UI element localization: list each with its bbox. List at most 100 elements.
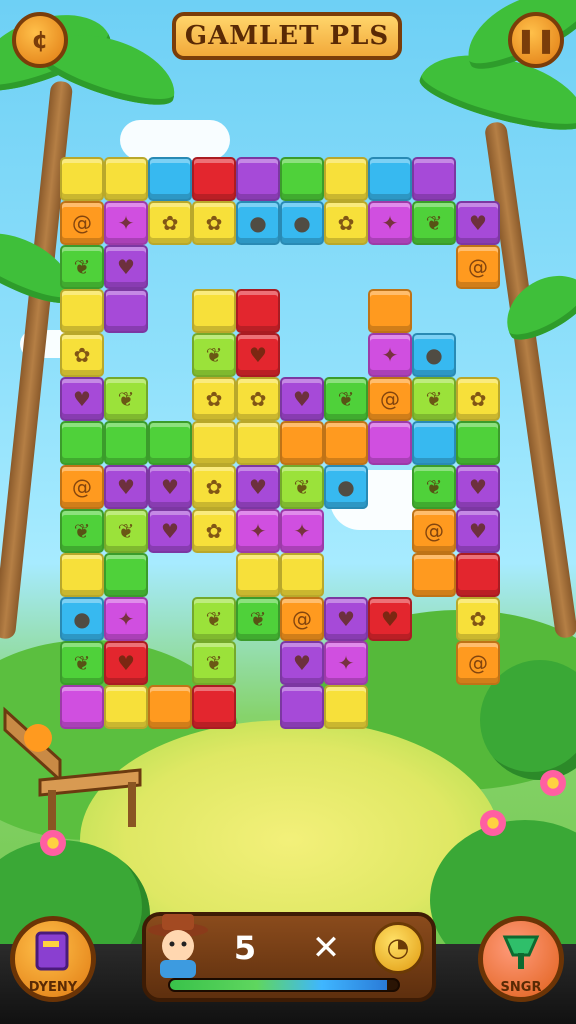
tile[interactable]: ❦: [236, 597, 280, 641]
tile[interactable]: ♥: [236, 333, 280, 377]
tile[interactable]: ♥: [456, 465, 500, 509]
tile[interactable]: ❦: [412, 201, 456, 245]
tile[interactable]: [104, 421, 148, 465]
tile[interactable]: [280, 553, 324, 597]
tile[interactable]: [60, 685, 104, 729]
tile[interactable]: [60, 289, 104, 333]
multiplier-x: ✕: [311, 928, 341, 968]
tile[interactable]: @: [60, 465, 104, 509]
tile[interactable]: ✦: [368, 333, 412, 377]
tile[interactable]: [368, 289, 412, 333]
tile[interactable]: ❦: [104, 377, 148, 421]
tile[interactable]: [412, 421, 456, 465]
pause-icon: ❚❚: [515, 26, 557, 54]
tile[interactable]: [280, 421, 324, 465]
tile[interactable]: [104, 289, 148, 333]
tile[interactable]: [60, 553, 104, 597]
tile[interactable]: @: [368, 377, 412, 421]
tile[interactable]: ♥: [280, 377, 324, 421]
pause-button[interactable]: ❚❚: [508, 12, 564, 68]
tile[interactable]: ✿: [236, 377, 280, 421]
tile[interactable]: [236, 553, 280, 597]
tile[interactable]: ❦: [412, 465, 456, 509]
tile[interactable]: [236, 421, 280, 465]
tile[interactable]: [192, 289, 236, 333]
tile[interactable]: [148, 157, 192, 201]
tile[interactable]: ❦: [60, 245, 104, 289]
tile[interactable]: ●: [324, 465, 368, 509]
tile[interactable]: ♥: [280, 641, 324, 685]
tile[interactable]: [456, 553, 500, 597]
tile[interactable]: [104, 685, 148, 729]
tile[interactable]: ✿: [192, 377, 236, 421]
tile[interactable]: ♥: [456, 201, 500, 245]
tile[interactable]: ❦: [60, 509, 104, 553]
tile[interactable]: [324, 157, 368, 201]
tile[interactable]: [192, 421, 236, 465]
tile[interactable]: ❦: [280, 465, 324, 509]
tile[interactable]: @: [60, 201, 104, 245]
tile[interactable]: ✿: [60, 333, 104, 377]
menu-coin-button[interactable]: ¢: [12, 12, 68, 68]
tile[interactable]: [148, 421, 192, 465]
tile[interactable]: ✿: [148, 201, 192, 245]
tile[interactable]: ●: [280, 201, 324, 245]
tile[interactable]: ♥: [148, 465, 192, 509]
tile[interactable]: ❦: [104, 509, 148, 553]
tile[interactable]: [456, 421, 500, 465]
tile-icon: ✿: [205, 387, 223, 411]
tile[interactable]: ♥: [60, 377, 104, 421]
tile[interactable]: ❦: [192, 597, 236, 641]
tile[interactable]: ✦: [104, 201, 148, 245]
tile[interactable]: [236, 157, 280, 201]
tile[interactable]: ✦: [236, 509, 280, 553]
tile[interactable]: [60, 421, 104, 465]
tile[interactable]: ❦: [412, 377, 456, 421]
tile[interactable]: ❦: [192, 333, 236, 377]
tile[interactable]: @: [280, 597, 324, 641]
tile[interactable]: ✿: [324, 201, 368, 245]
tile[interactable]: ♥: [236, 465, 280, 509]
tile[interactable]: ✦: [104, 597, 148, 641]
tile[interactable]: ✦: [280, 509, 324, 553]
tile[interactable]: ♥: [368, 597, 412, 641]
tile[interactable]: [192, 157, 236, 201]
tile[interactable]: ♥: [456, 509, 500, 553]
tile[interactable]: [412, 553, 456, 597]
tile[interactable]: ✿: [192, 201, 236, 245]
tile[interactable]: [192, 685, 236, 729]
tile[interactable]: @: [456, 245, 500, 289]
tile[interactable]: [368, 421, 412, 465]
tile[interactable]: [324, 421, 368, 465]
tile[interactable]: ♥: [324, 597, 368, 641]
tile[interactable]: [148, 685, 192, 729]
tile[interactable]: ✿: [192, 465, 236, 509]
tile[interactable]: [280, 685, 324, 729]
tile[interactable]: ✦: [368, 201, 412, 245]
tile[interactable]: [236, 289, 280, 333]
tile[interactable]: ✿: [192, 509, 236, 553]
tile[interactable]: ●: [60, 597, 104, 641]
tile[interactable]: ❦: [60, 641, 104, 685]
tile[interactable]: ●: [236, 201, 280, 245]
tile[interactable]: ♥: [104, 465, 148, 509]
tile[interactable]: [412, 157, 456, 201]
tile[interactable]: [60, 157, 104, 201]
tile[interactable]: ✿: [456, 597, 500, 641]
tile[interactable]: [104, 157, 148, 201]
tile[interactable]: ●: [412, 333, 456, 377]
tile[interactable]: ❦: [192, 641, 236, 685]
tile[interactable]: ♥: [104, 245, 148, 289]
left-button-label: DYENY: [28, 980, 78, 995]
tile[interactable]: @: [412, 509, 456, 553]
tile[interactable]: ❦: [324, 377, 368, 421]
tile[interactable]: @: [456, 641, 500, 685]
tile[interactable]: ♥: [148, 509, 192, 553]
tile[interactable]: ✿: [456, 377, 500, 421]
tile[interactable]: [368, 157, 412, 201]
tile[interactable]: [104, 553, 148, 597]
tile[interactable]: [280, 157, 324, 201]
tile[interactable]: ♥: [104, 641, 148, 685]
tile[interactable]: [324, 685, 368, 729]
tile[interactable]: ✦: [324, 641, 368, 685]
